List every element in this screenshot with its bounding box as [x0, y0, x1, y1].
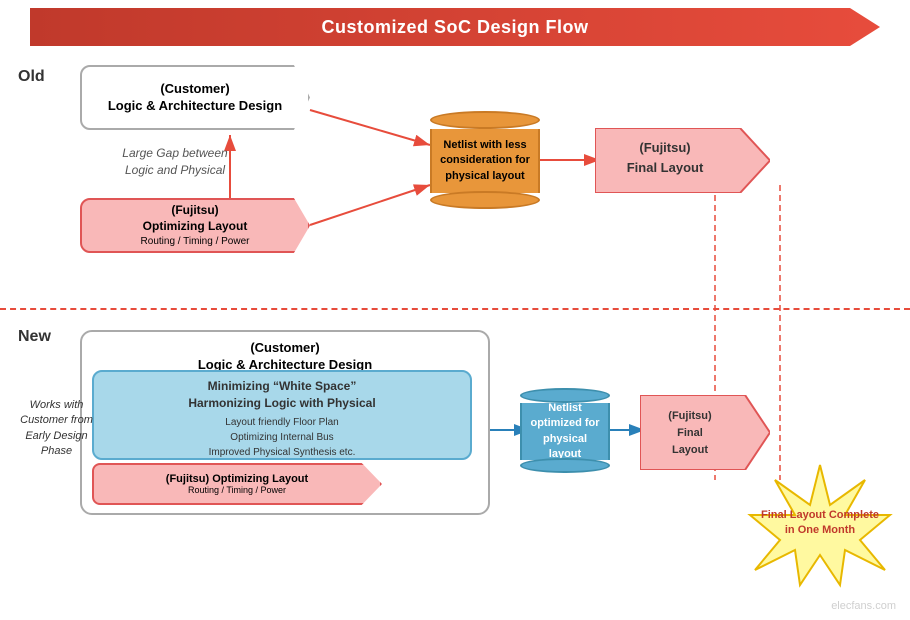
old-fujitsu-opt-box: (Fujitsu) Optimizing Layout Routing / Ti… — [80, 198, 310, 253]
old-final-layout: (Fujitsu) Final Layout — [595, 128, 770, 193]
old-fujitsu-opt-title: (Fujitsu) Optimizing Layout — [141, 203, 250, 234]
old-customer-title: (Customer) Logic & Architecture Design — [108, 81, 282, 115]
svg-text:(Fujitsu): (Fujitsu) — [639, 140, 690, 155]
new-inner-items: Layout friendly Floor Plan Optimizing In… — [104, 415, 460, 460]
new-fujitsu-opt-subtitle: Routing / Timing / Power — [188, 485, 286, 495]
old-cylinder-text: Netlist with less consideration for phys… — [440, 138, 530, 184]
old-label: Old — [18, 68, 45, 86]
svg-text:Layout: Layout — [672, 444, 708, 456]
divider — [0, 308, 910, 310]
gap-label: Large Gap betweenLogic and Physical — [95, 145, 255, 179]
svg-text:Final: Final — [677, 427, 703, 439]
new-inner-title: Minimizing “White Space” Harmonizing Log… — [104, 378, 460, 412]
old-fujitsu-opt-subtitle: Routing / Timing / Power — [141, 235, 250, 248]
svg-text:Final Layout: Final Layout — [627, 160, 704, 175]
works-label: Works withCustomer fromEarly Design Phas… — [14, 398, 99, 460]
new-cylinder: Netlist optimized for physical layout — [520, 388, 610, 473]
new-inner-box: Minimizing “White Space” Harmonizing Log… — [92, 370, 472, 460]
old-cylinder: Netlist with less consideration for phys… — [430, 110, 540, 210]
new-customer-box: (Customer) Logic & Architecture Design M… — [80, 330, 490, 515]
new-cylinder-text: Netlist optimized for physical layout — [528, 401, 602, 463]
banner-title: Customized SoC Design Flow — [321, 17, 588, 38]
new-label: New — [18, 328, 51, 346]
new-fujitsu-opt-title: (Fujitsu) Optimizing Layout — [166, 473, 308, 485]
new-customer-title: (Customer) Logic & Architecture Design — [82, 340, 488, 374]
old-customer-box: (Customer) Logic & Architecture Design — [80, 65, 310, 130]
svg-text:Final Layout Complete: Final Layout Complete — [761, 509, 879, 521]
svg-text:in One Month: in One Month — [785, 524, 856, 536]
new-fujitsu-opt-box: (Fujitsu) Optimizing Layout Routing / Ti… — [92, 463, 382, 505]
watermark: elecfans.com — [831, 600, 896, 612]
top-banner: Customized SoC Design Flow — [30, 8, 880, 46]
starburst: Final Layout Complete in One Month — [745, 460, 895, 590]
svg-text:(Fujitsu): (Fujitsu) — [668, 410, 712, 422]
new-final-layout: (Fujitsu) Final Layout — [640, 395, 770, 470]
